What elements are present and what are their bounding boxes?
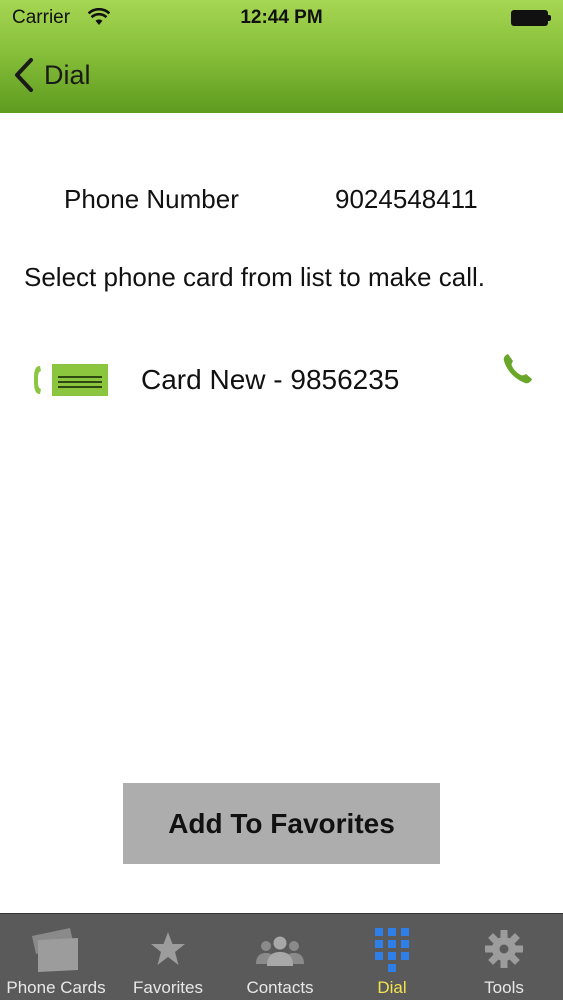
tab-bar: Phone Cards Favorites Contacts Dial Tool…	[0, 913, 563, 1000]
back-label: Dial	[44, 59, 91, 90]
tab-label: Dial	[377, 978, 407, 997]
add-to-favorites-button[interactable]: Add To Favorites	[123, 783, 440, 864]
phone-number-value: 9024548411	[335, 184, 478, 214]
people-icon	[256, 936, 304, 966]
phone-number-label: Phone Number	[64, 184, 239, 214]
phone-card-label: Card New - 9856235	[141, 364, 400, 395]
battery-icon	[511, 10, 551, 26]
tab-label: Phone Cards	[6, 978, 106, 997]
tab-phone-cards[interactable]: Phone Cards	[0, 914, 112, 1000]
status-bar: Carrier 12:44 PM	[0, 0, 563, 36]
tab-label: Tools	[484, 978, 524, 997]
chevron-left-icon	[15, 58, 33, 92]
app-header: Carrier 12:44 PM Dial	[0, 0, 563, 113]
cards-icon	[32, 928, 78, 972]
navigation-bar: Dial	[0, 44, 563, 104]
gear-icon	[485, 930, 523, 968]
tab-label: Contacts	[246, 978, 314, 997]
phone-card-icon	[34, 364, 108, 396]
tab-contacts[interactable]: Contacts	[224, 914, 336, 1000]
phone-number-row: Phone Number 9024548411	[0, 184, 563, 220]
phone-call-icon[interactable]	[500, 351, 536, 387]
instruction-text: Select phone card from list to make call…	[24, 262, 485, 292]
tab-tools[interactable]: Tools	[448, 914, 560, 1000]
tab-label: Favorites	[133, 978, 203, 997]
star-icon	[151, 932, 185, 965]
status-time: 12:44 PM	[240, 7, 323, 28]
back-button[interactable]: Dial	[12, 54, 91, 96]
keypad-icon	[375, 928, 409, 972]
tab-dial[interactable]: Dial	[336, 914, 448, 1000]
phone-card-item[interactable]: Card New - 9856235	[0, 345, 563, 415]
tab-favorites[interactable]: Favorites	[112, 914, 224, 1000]
